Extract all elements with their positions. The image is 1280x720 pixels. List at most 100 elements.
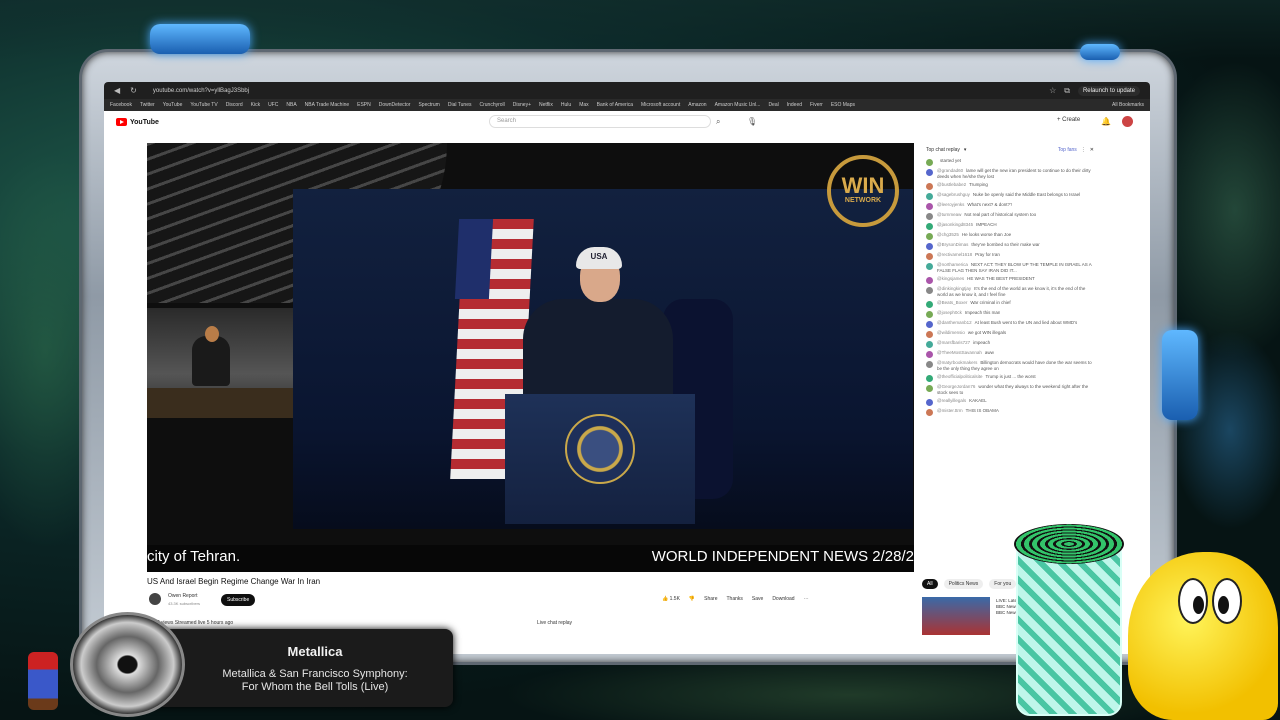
search-input[interactable]: Search: [489, 115, 711, 128]
youtube-logo[interactable]: YouTube: [116, 118, 159, 126]
chat-avatar[interactable]: [926, 341, 933, 348]
bookmark-item[interactable]: Bank of America: [597, 102, 633, 108]
search-icon[interactable]: ⌕: [716, 117, 720, 127]
chat-author[interactable]: @marsfbaris727: [937, 340, 970, 345]
chat-avatar[interactable]: [926, 233, 933, 240]
chat-author[interactable]: @northamerica: [937, 262, 968, 267]
chat-avatar[interactable]: [926, 203, 933, 210]
chat-author[interactable]: @matyrbookmakers: [937, 360, 977, 365]
relaunch-button[interactable]: Relaunch to update: [1077, 85, 1140, 96]
chat-author[interactable]: @theofficialpoliticalsite: [937, 374, 983, 379]
chat-avatar[interactable]: [926, 399, 933, 406]
thanks-button[interactable]: Thanks: [727, 596, 743, 602]
chip-all[interactable]: All: [922, 579, 938, 589]
chat-avatar[interactable]: [926, 243, 933, 250]
bookmark-item[interactable]: NBA Trade Machine: [305, 102, 349, 108]
share-button[interactable]: Share: [704, 596, 717, 602]
bookmark-item[interactable]: Amazon: [688, 102, 706, 108]
chat-author[interactable]: @rectivamel1618: [937, 252, 972, 257]
bookmark-item[interactable]: Spectrum: [418, 102, 439, 108]
chat-author[interactable]: @BrysonDimas: [937, 242, 968, 247]
bookmark-item[interactable]: YouTube: [163, 102, 183, 108]
chat-avatar[interactable]: [926, 351, 933, 358]
chat-avatar[interactable]: [926, 311, 933, 318]
chat-avatar[interactable]: [926, 159, 933, 166]
chat-author[interactable]: @TheeMostSavannah: [937, 350, 982, 355]
chat-avatar[interactable]: [926, 385, 933, 392]
url-field[interactable]: youtube.com/watch?v=yllBagJ3Sbbj: [153, 88, 249, 94]
bookmark-item[interactable]: Deal: [768, 102, 778, 108]
bookmark-item[interactable]: Dial Tunes: [448, 102, 472, 108]
chat-author[interactable]: @GeorgeJordan76: [937, 384, 975, 389]
bookmark-item[interactable]: Netflix: [539, 102, 553, 108]
chat-author[interactable]: @bustlebabe2: [937, 182, 966, 187]
suggested-video-thumbnail[interactable]: [922, 597, 990, 635]
chat-avatar[interactable]: [926, 331, 933, 338]
chat-author[interactable]: @Beats_Boxer: [937, 300, 967, 305]
bookmark-item[interactable]: ESPN: [357, 102, 371, 108]
chat-author[interactable]: @mister.ttrm: [937, 408, 963, 413]
avatar[interactable]: [1122, 116, 1133, 127]
bookmark-item[interactable]: Twitter: [140, 102, 155, 108]
notifications-icon[interactable]: 🔔: [1101, 117, 1111, 126]
microphone-icon[interactable]: 🎙: [747, 117, 757, 126]
chat-avatar[interactable]: [926, 169, 933, 176]
more-icon[interactable]: ⋯: [804, 596, 809, 602]
chat-author[interactable]: @turnmeaw: [937, 212, 961, 217]
chip-politics-news[interactable]: Politics News: [943, 579, 984, 589]
chat-avatar[interactable]: [926, 253, 933, 260]
chat-avatar[interactable]: [926, 263, 933, 270]
chat-avatar[interactable]: [926, 301, 933, 308]
bookmark-item[interactable]: DownDetector: [379, 102, 411, 108]
chat-avatar[interactable]: [926, 375, 933, 382]
bookmark-star-icon[interactable]: ☆: [1049, 86, 1056, 95]
chat-author[interactable]: @wildimensio: [937, 330, 965, 335]
extensions-icon[interactable]: ⧉: [1064, 86, 1070, 96]
bookmark-item[interactable]: UFC: [268, 102, 278, 108]
chat-avatar[interactable]: [926, 361, 933, 368]
chat-avatar[interactable]: [926, 223, 933, 230]
bookmark-item[interactable]: Kick: [251, 102, 260, 108]
bookmark-item[interactable]: Hulu: [561, 102, 571, 108]
chat-avatar[interactable]: [926, 287, 933, 294]
chip-for-you[interactable]: For you: [989, 579, 1017, 589]
chat-author[interactable]: @sagebrushguy: [937, 192, 970, 197]
chat-avatar[interactable]: [926, 409, 933, 416]
video-player[interactable]: USA WIN NETWORK city of Tehran. WORLD IN…: [147, 143, 914, 572]
chat-avatar[interactable]: [926, 321, 933, 328]
bookmark-item[interactable]: Microsoft account: [641, 102, 680, 108]
more-icon[interactable]: ⋮: [1081, 147, 1086, 153]
save-button[interactable]: Save: [752, 596, 763, 602]
chat-author[interactable]: @reallyillegals: [937, 398, 966, 403]
subscribe-button[interactable]: Subscribe: [221, 594, 256, 606]
all-bookmarks-button[interactable]: All Bookmarks: [1112, 102, 1144, 108]
download-button[interactable]: Download: [772, 596, 794, 602]
chat-author[interactable]: @kingsjames: [937, 276, 964, 281]
chat-author[interactable]: @dinkingkingtjay: [937, 286, 971, 291]
chat-author[interactable]: @leeroyjenks: [937, 202, 964, 207]
bookmark-item[interactable]: Amazon Music Unl...: [715, 102, 761, 108]
bookmark-item[interactable]: ESO Maps: [831, 102, 855, 108]
close-icon[interactable]: ✕: [1090, 147, 1094, 153]
chat-author[interactable]: @chg3525: [937, 232, 959, 237]
chat-avatar[interactable]: [926, 193, 933, 200]
like-button[interactable]: 👍 1.5K: [662, 596, 680, 602]
reload-icon[interactable]: ↻: [130, 86, 137, 95]
chat-author[interactable]: @jasonkingd8345: [937, 222, 973, 227]
create-button[interactable]: + Create: [1057, 117, 1080, 123]
bookmark-item[interactable]: YouTube TV: [190, 102, 217, 108]
chevron-down-icon[interactable]: ▾: [964, 147, 967, 153]
bookmark-item[interactable]: Indeed: [787, 102, 802, 108]
top-fans-label[interactable]: Top fans: [1058, 147, 1077, 153]
chat-author[interactable]: @grandad60: [937, 168, 963, 173]
dislike-icon[interactable]: 👎: [689, 596, 695, 602]
bookmark-item[interactable]: NBA: [286, 102, 296, 108]
bookmark-item[interactable]: Crunchyroll: [479, 102, 504, 108]
channel-avatar[interactable]: [149, 593, 161, 605]
bookmark-item[interactable]: Facebook: [110, 102, 132, 108]
chat-avatar[interactable]: [926, 183, 933, 190]
back-icon[interactable]: ◀: [114, 86, 120, 95]
bookmark-item[interactable]: Discord: [226, 102, 243, 108]
channel-name[interactable]: Owen Report: [168, 593, 197, 599]
chat-author[interactable]: @joseph0ck: [937, 310, 962, 315]
